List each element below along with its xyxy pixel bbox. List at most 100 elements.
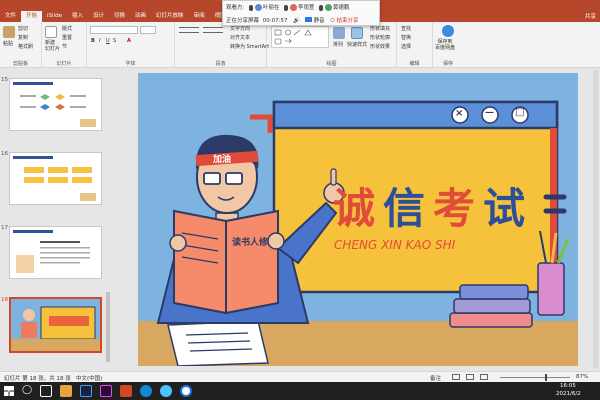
speaker-icon[interactable]: 🔊 [293, 18, 300, 24]
new-slide-button[interactable]: 新建 幻灯片 [45, 40, 60, 52]
font-color-icon[interactable]: A [127, 38, 131, 44]
cut-button[interactable]: 剪切 [18, 25, 28, 32]
clipboard-group: 粘贴 剪切 复制 格式刷 剪贴板 [0, 22, 42, 68]
camera-icon[interactable] [304, 17, 312, 22]
baidu-cloud-icon[interactable] [442, 25, 454, 37]
avatar [289, 4, 297, 11]
tab-islide[interactable]: iSlide [42, 11, 67, 22]
tab-review[interactable]: 审阅 [189, 11, 210, 22]
glasses-left [203, 172, 221, 185]
find-button[interactable]: 查找 [401, 25, 411, 32]
shapes-gallery-icons [274, 29, 312, 45]
paste-button[interactable]: 粘贴 [3, 40, 13, 47]
thumbnail-scrollbar[interactable] [106, 292, 110, 362]
participant-name[interactable]: 叶丽在 [263, 5, 280, 11]
font-name-select[interactable] [90, 26, 138, 34]
paste-icon[interactable] [3, 26, 15, 38]
format-painter-button[interactable]: 格式刷 [18, 43, 33, 50]
taskbar-time[interactable]: 16:05 [560, 383, 576, 389]
slide-thumbnail-16[interactable] [9, 152, 102, 205]
participant-name[interactable]: 李雨萱 [298, 5, 315, 11]
app-icon[interactable] [160, 385, 172, 397]
minimize-glyph: — [485, 108, 494, 118]
normal-view-icon[interactable] [452, 374, 460, 380]
pinyin-subtitle: CHENG XIN KAO SHI [334, 238, 456, 252]
canvas-scrollbar[interactable] [593, 70, 598, 368]
select-button[interactable]: 选择 [401, 43, 411, 50]
tab-design[interactable]: 设计 [88, 11, 109, 22]
premiere-icon[interactable] [100, 385, 112, 397]
screen-share-bar: 观看方: 叶丽在 李雨萱 黄德鹏 正在分享屏幕 00:07:57 🔊 静音 ⏻ … [222, 0, 380, 26]
app-icon[interactable] [180, 385, 192, 397]
quick-styles-icon[interactable] [351, 27, 363, 39]
underline-icon[interactable]: U [106, 38, 110, 44]
participant-name[interactable]: 黄德鹏 [333, 5, 350, 11]
save-baidu-button[interactable]: 保存到 百度网盘 [435, 39, 455, 51]
tab-file[interactable]: 文件 [0, 11, 21, 22]
shape-fill-button[interactable]: 形状填充 [370, 25, 390, 32]
shape-effects-button[interactable]: 形状效果 [370, 43, 390, 50]
slide-15-preview [10, 79, 101, 130]
replace-button[interactable]: 替换 [401, 34, 411, 41]
slide-canvas: 加油 读书人修养 诚 信 考 试 CHENG XIN KAO SHI × — □ [112, 68, 600, 371]
align-text-button[interactable]: 对齐文本 [230, 34, 250, 41]
taskbar-date[interactable]: 2021/6/2 [556, 391, 581, 397]
tab-insert[interactable]: 插入 [67, 11, 88, 22]
slide-thumbnail-18[interactable] [9, 297, 102, 353]
close-glyph: × [455, 108, 464, 119]
zoom-slider-thumb[interactable] [545, 374, 547, 381]
new-slide-icon[interactable] [45, 26, 57, 38]
reading-view-icon[interactable] [480, 374, 488, 380]
arrange-button[interactable]: 排列 [333, 41, 343, 48]
avatar [324, 4, 332, 11]
paragraph-label: 段落 [215, 61, 226, 67]
mic-icon[interactable] [249, 4, 254, 11]
search-icon[interactable]: ◯ [22, 385, 32, 395]
task-view-icon[interactable] [40, 385, 52, 397]
slide-thumbnail-15[interactable] [9, 78, 102, 131]
font-size-select[interactable] [140, 26, 156, 34]
voice-button[interactable]: 静音 [314, 18, 325, 24]
tab-animations[interactable]: 动画 [130, 11, 151, 22]
slide-thumbnail-17[interactable] [9, 226, 102, 279]
sorter-view-icon[interactable] [466, 374, 474, 380]
layout-button[interactable]: 版式 [62, 25, 72, 32]
reset-button[interactable]: 重置 [62, 34, 72, 41]
bold-icon[interactable]: B [91, 38, 95, 44]
tab-slideshow[interactable]: 幻灯片放映 [151, 11, 189, 22]
strike-icon[interactable]: S [113, 38, 116, 44]
text-direction-button[interactable]: 文字方向 [230, 25, 250, 32]
numbering-icon[interactable] [203, 27, 223, 33]
tab-transitions[interactable]: 切换 [109, 11, 130, 22]
section-button[interactable]: 节 [62, 43, 67, 50]
end-share-icon[interactable]: ⏻ [330, 18, 334, 24]
font-label: 字体 [125, 61, 136, 67]
shape-outline-button[interactable]: 形状轮廓 [370, 34, 390, 41]
powerpoint-icon[interactable] [120, 385, 132, 397]
current-slide[interactable]: 加油 读书人修养 诚 信 考 试 CHENG XIN KAO SHI × — □ [138, 73, 578, 366]
quick-styles-button[interactable]: 快速样式 [347, 41, 367, 48]
zoom-slider[interactable] [500, 377, 570, 378]
bullets-icon[interactable] [179, 27, 199, 33]
smartart-button[interactable]: 转换为 SmartArt [230, 43, 269, 50]
arrange-icon[interactable] [333, 27, 345, 39]
headband-text: 加油 [212, 153, 231, 165]
share-button[interactable]: 共享 [585, 12, 596, 20]
copy-button[interactable]: 复制 [18, 34, 28, 41]
photoshop-icon[interactable] [80, 385, 92, 397]
mic-icon[interactable] [319, 4, 324, 11]
edge-icon[interactable] [140, 385, 152, 397]
file-explorer-icon[interactable] [60, 385, 72, 397]
book [453, 298, 531, 314]
title-char-3: 考 [433, 184, 475, 233]
mic-icon[interactable] [284, 4, 289, 11]
tab-home[interactable]: 开始 [21, 11, 43, 22]
windows-start-icon[interactable] [4, 386, 14, 396]
zoom-level[interactable]: 87% [576, 374, 588, 380]
thumbnail-pane: 15 16 17 18 [0, 68, 112, 371]
end-share-button[interactable]: 结束分享 [336, 18, 358, 24]
notes-button[interactable]: 备注 [430, 374, 441, 382]
language-indicator[interactable]: 中文(中国) [76, 374, 102, 382]
shapes-gallery[interactable] [271, 26, 329, 48]
italic-icon[interactable]: I [99, 38, 100, 44]
